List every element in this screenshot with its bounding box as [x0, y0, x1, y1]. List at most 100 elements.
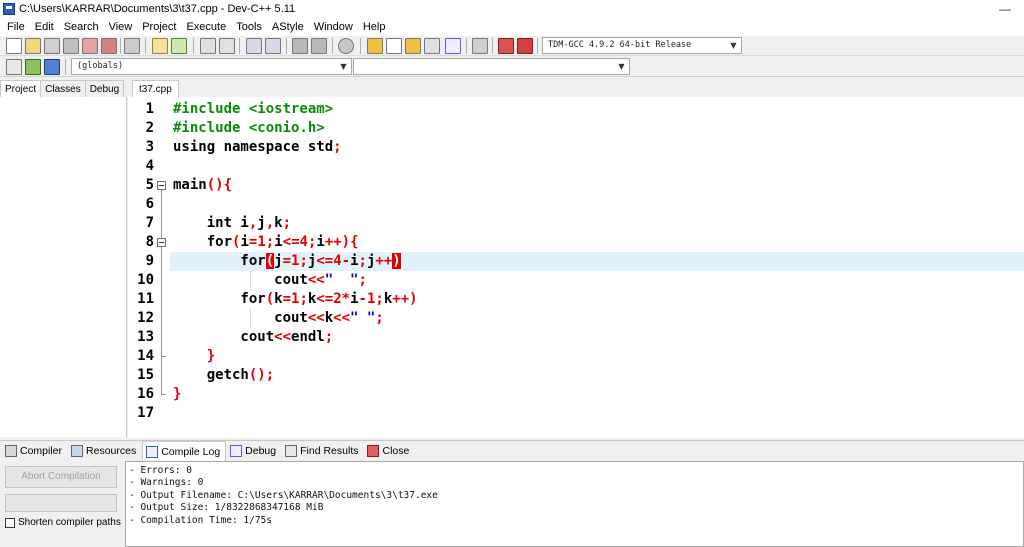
- code-line-2: #include <conio.h>: [173, 120, 325, 136]
- editor-tabs: t37.cpp: [128, 80, 1024, 98]
- line-number: 3: [145, 139, 154, 155]
- tab-classes[interactable]: Classes: [40, 80, 86, 98]
- devcpp-app-icon: [3, 3, 15, 15]
- shorten-paths-checkbox[interactable]: Shorten compiler paths: [5, 517, 121, 528]
- redo-icon[interactable]: [171, 38, 187, 54]
- close-all-icon[interactable]: [101, 38, 117, 54]
- menu-execute[interactable]: Execute: [181, 21, 231, 33]
- menu-help[interactable]: Help: [358, 21, 391, 33]
- menu-edit[interactable]: Edit: [30, 21, 59, 33]
- compile-controls: Abort Compilation Shorten compiler paths: [0, 461, 124, 547]
- tab-compile-log[interactable]: Compile Log: [142, 441, 227, 461]
- tab-resources[interactable]: Resources: [68, 442, 141, 461]
- compile-icon[interactable]: [367, 38, 383, 54]
- title-bar: C:\Users\KARRAR\Documents\3\t37.cpp - De…: [0, 0, 1024, 18]
- menu-astyle[interactable]: AStyle: [267, 21, 309, 33]
- project-browser[interactable]: [0, 97, 127, 437]
- menu-view[interactable]: View: [104, 21, 138, 33]
- menu-search[interactable]: Search: [59, 21, 104, 33]
- menu-project[interactable]: Project: [137, 21, 181, 33]
- log-line: - Warnings: 0: [129, 477, 204, 489]
- stop-execution-icon[interactable]: [472, 38, 488, 54]
- tab-compiler[interactable]: Compiler: [2, 442, 67, 461]
- code-line-9: for(j=1;j<=4-i;j++): [173, 253, 401, 269]
- log-line: - Errors: 0: [129, 465, 192, 476]
- undo-icon[interactable]: [152, 38, 168, 54]
- class-toolbar: (globals) ▼ ▼: [0, 57, 1024, 77]
- menu-file[interactable]: File: [2, 21, 30, 33]
- run-icon[interactable]: [386, 38, 402, 54]
- rebuild-all-icon[interactable]: [424, 38, 440, 54]
- toggle-icon[interactable]: [25, 59, 41, 75]
- menu-tools[interactable]: Tools: [231, 21, 267, 33]
- goto-back-icon[interactable]: [292, 38, 308, 54]
- code-editor[interactable]: 1 2 3 4 5 6 7 8 9 10 11 12 13 14 15 16 1…: [128, 97, 1024, 438]
- checkbox-box[interactable]: [5, 517, 15, 528]
- line-number: 9: [145, 253, 154, 269]
- abort-compilation-button[interactable]: Abort Compilation: [5, 466, 117, 488]
- insert-icon[interactable]: [6, 59, 22, 75]
- line-number: 4: [145, 158, 154, 174]
- profile-chart-icon[interactable]: [498, 38, 514, 54]
- code-line-15: getch();: [173, 367, 275, 383]
- new-file-icon[interactable]: [6, 38, 22, 54]
- line-number: 10: [137, 272, 154, 288]
- line-number: 7: [145, 215, 154, 231]
- tab-debug[interactable]: Debug: [84, 80, 125, 98]
- line-number: 5: [145, 177, 154, 193]
- goto-forward-icon[interactable]: [311, 38, 327, 54]
- bar-chart-icon: [146, 445, 159, 458]
- replace-icon[interactable]: [219, 38, 235, 54]
- unindent-icon[interactable]: [265, 38, 281, 54]
- line-number: 13: [137, 329, 154, 345]
- code-line-14: }: [206, 348, 216, 364]
- chevron-down-icon: ▼: [730, 41, 737, 50]
- indent-icon[interactable]: [246, 38, 262, 54]
- code-line-11: for(k=1;k<=2*i-1;k++): [173, 291, 418, 307]
- code-line-1: #include <iostream>: [173, 101, 334, 117]
- compile-run-icon[interactable]: [405, 38, 421, 54]
- menu-window[interactable]: Window: [309, 21, 358, 33]
- window-title: C:\Users\KARRAR\Documents\3\t37.cpp - De…: [19, 3, 296, 15]
- log-line: - Compilation Time: 1/75s: [129, 514, 272, 526]
- minimize-icon[interactable]: —: [986, 0, 1024, 18]
- save-icon[interactable]: [44, 38, 60, 54]
- delete-profile-icon[interactable]: [517, 38, 533, 54]
- close-file-icon[interactable]: [82, 38, 98, 54]
- goto-icon[interactable]: [44, 59, 60, 75]
- window-controls: —: [986, 0, 1024, 18]
- find-icon[interactable]: [200, 38, 216, 54]
- save-all-icon[interactable]: [63, 38, 79, 54]
- print-icon[interactable]: [124, 38, 140, 54]
- compile-log[interactable]: - Errors: 0 - Warnings: 0 - Output Filen…: [125, 461, 1024, 547]
- fold-collapse-icon[interactable]: [157, 181, 166, 190]
- code-line-13: cout<<endl;: [173, 329, 334, 345]
- compiler-select-value: TDM-GCC 4.9.2 64-bit Release: [548, 40, 692, 50]
- line-number: 15: [137, 367, 154, 383]
- line-number: 16: [137, 386, 154, 402]
- line-number: 14: [137, 348, 154, 364]
- compile-progress-bar: [5, 494, 117, 512]
- find-icon: [285, 445, 298, 457]
- chevron-down-icon: ▼: [340, 62, 347, 71]
- symbol-select[interactable]: ▼: [353, 58, 630, 75]
- close-icon: [367, 445, 380, 457]
- tab-project[interactable]: Project: [0, 80, 42, 98]
- code-line-8: for(i=1;i<=4;i++){: [173, 234, 359, 250]
- scope-select[interactable]: (globals) ▼: [71, 58, 352, 75]
- fold-collapse-icon[interactable]: [157, 238, 166, 247]
- syntax-check-icon[interactable]: [445, 38, 461, 54]
- line-number: 11: [137, 291, 154, 307]
- code-line-7: int i,j,k;: [173, 215, 292, 231]
- tab-t37-cpp[interactable]: t37.cpp: [132, 80, 179, 98]
- compiler-select[interactable]: TDM-GCC 4.9.2 64-bit Release ▼: [542, 37, 742, 54]
- open-file-icon[interactable]: [25, 38, 41, 54]
- bookmark-icon[interactable]: [338, 38, 354, 54]
- check-icon: [230, 445, 243, 457]
- scope-select-value: (globals): [77, 61, 124, 71]
- tab-find-results[interactable]: Find Results: [282, 442, 363, 461]
- line-number: 6: [145, 196, 154, 212]
- tab-debug-bottom[interactable]: Debug: [227, 442, 281, 461]
- tab-close[interactable]: Close: [364, 442, 414, 461]
- chevron-down-icon: ▼: [618, 62, 625, 71]
